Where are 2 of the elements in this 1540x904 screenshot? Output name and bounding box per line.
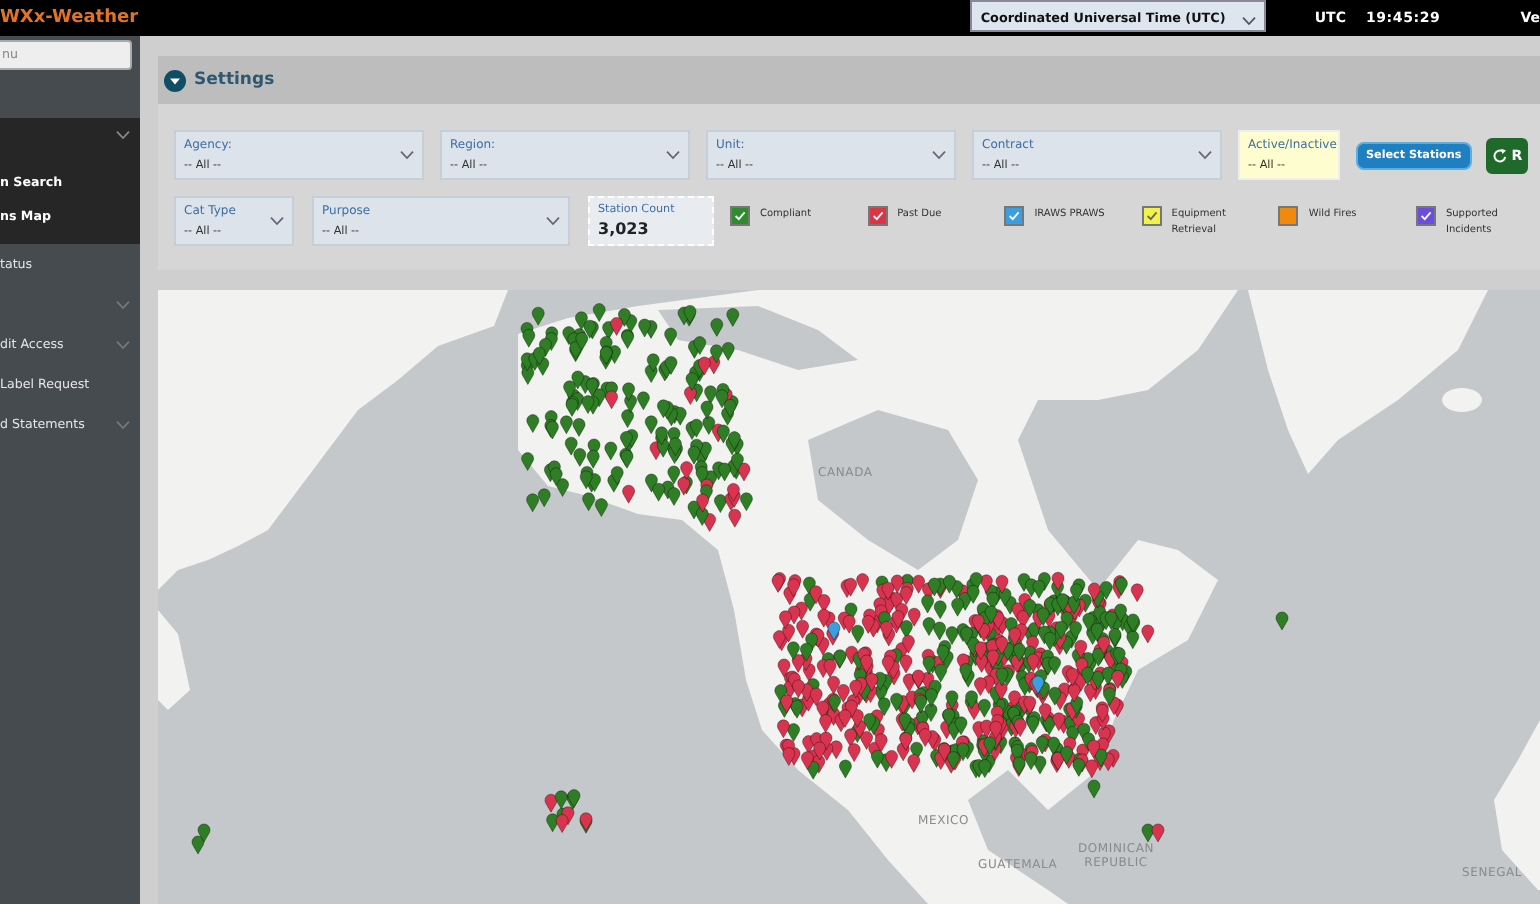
app-title: WXx-Weather	[0, 8, 139, 28]
settings-header[interactable]: Settings	[158, 56, 1540, 104]
